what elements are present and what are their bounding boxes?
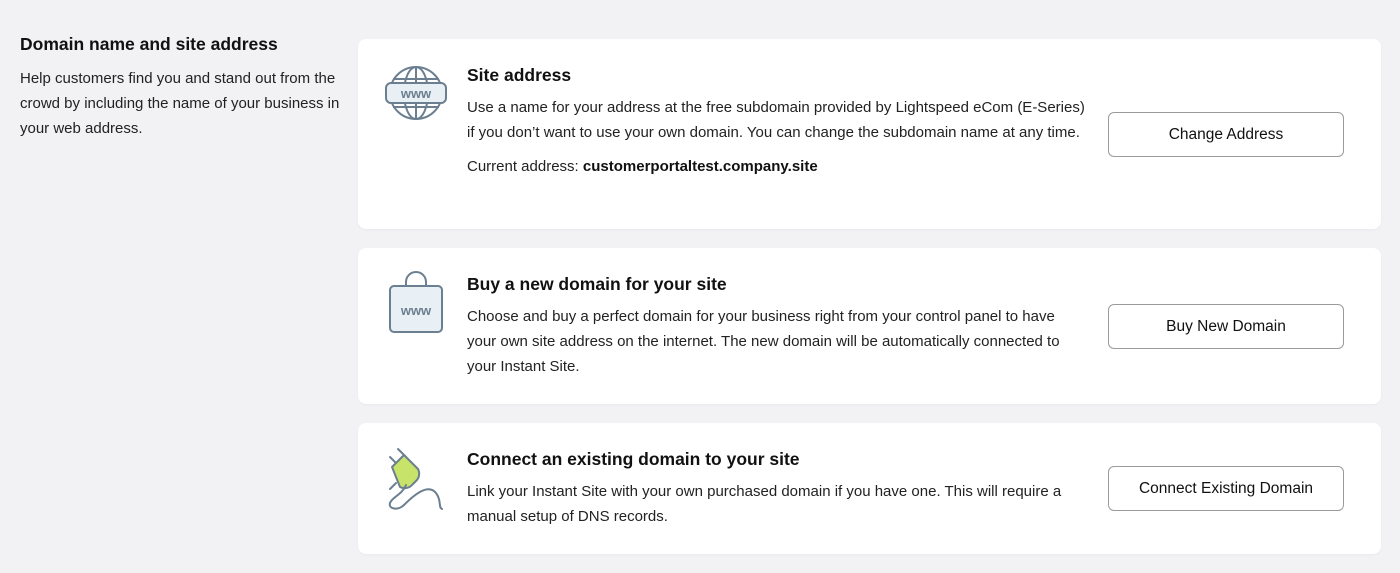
plug-icon — [384, 447, 448, 511]
connect-domain-card: Connect an existing domain to your site … — [358, 423, 1381, 554]
buy-domain-card: www Buy a new domain for your site Choos… — [358, 248, 1381, 404]
section-title: Domain name and site address — [20, 34, 278, 54]
connect-domain-description: Link your Instant Site with your own pur… — [467, 483, 1062, 525]
connect-domain-title: Connect an existing domain to your site — [467, 449, 800, 469]
svg-text:www: www — [400, 303, 432, 318]
globe-www-icon: www — [384, 65, 448, 129]
current-address-value: customerportaltest.company.site — [582, 158, 818, 175]
site-address-title: Site address — [467, 65, 572, 85]
site-address-body: Site address Use a name for your address… — [467, 63, 1087, 179]
connect-domain-body: Connect an existing domain to your site … — [467, 447, 1087, 529]
section-description: Help customers find you and stand out fr… — [20, 70, 340, 137]
shopping-bag-www-icon: www — [384, 270, 448, 334]
svg-text:www: www — [400, 86, 432, 101]
buy-domain-title: Buy a new domain for your site — [467, 274, 727, 294]
current-address-label: Current address: — [467, 158, 583, 175]
current-address: Current address: customerportaltest.comp… — [467, 154, 1087, 179]
buy-new-domain-button[interactable]: Buy New Domain — [1108, 304, 1344, 349]
domain-settings-page: Domain name and site address Help custom… — [0, 0, 1400, 573]
connect-existing-domain-button[interactable]: Connect Existing Domain — [1108, 466, 1344, 511]
buy-domain-body: Buy a new domain for your site Choose an… — [467, 272, 1087, 379]
site-address-description: Use a name for your address at the free … — [467, 99, 1085, 141]
buy-domain-description: Choose and buy a perfect domain for your… — [467, 308, 1060, 375]
section-intro: Domain name and site address Help custom… — [20, 32, 340, 141]
site-address-card: www Site address Use a name for your add… — [358, 39, 1381, 229]
change-address-button[interactable]: Change Address — [1108, 112, 1344, 157]
